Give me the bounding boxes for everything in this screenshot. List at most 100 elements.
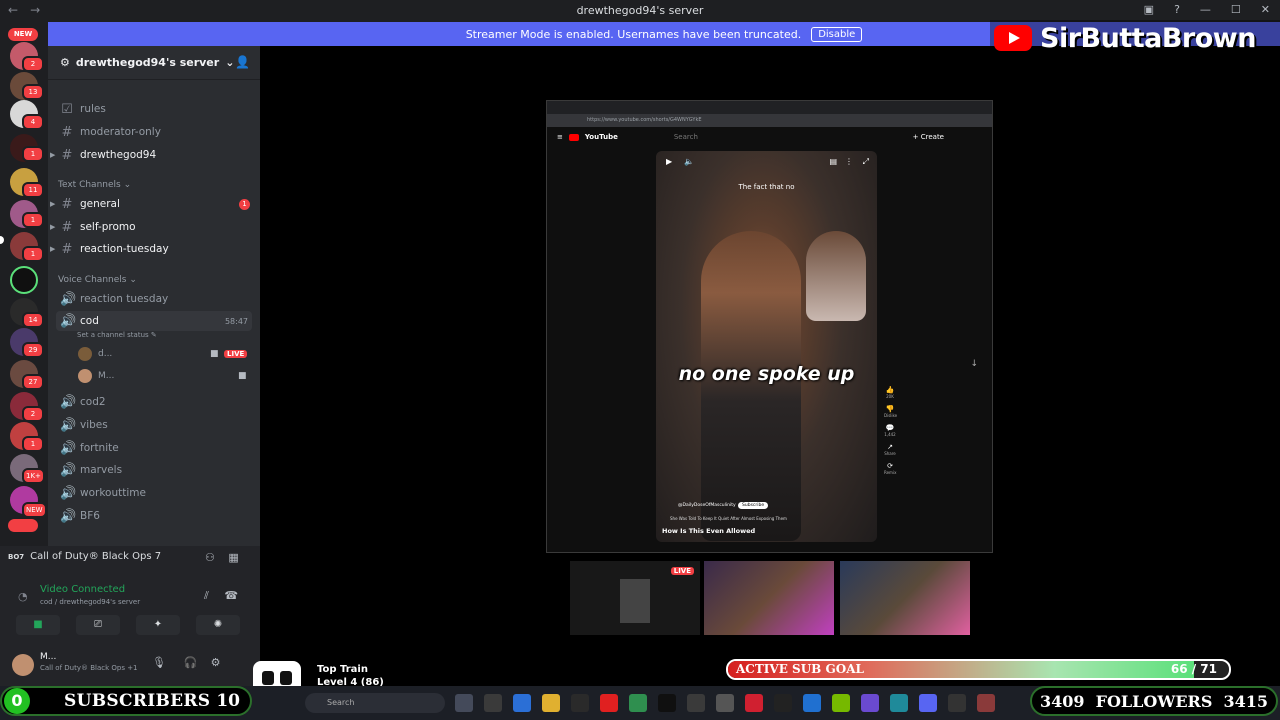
- noise-suppression-icon[interactable]: ⫽: [204, 589, 209, 602]
- remix-icon[interactable]: ⟳: [884, 462, 896, 470]
- microphone-icon[interactable]: 🎙: [152, 656, 166, 669]
- headphones-icon[interactable]: 🎧: [183, 656, 197, 669]
- app-icon[interactable]: [745, 694, 763, 712]
- voice-channel-fortnite[interactable]: 🔊 fortnite: [56, 438, 252, 458]
- voice-channel-marvels[interactable]: 🔊 marvels: [56, 460, 252, 480]
- channel-moderator-only[interactable]: # moderator-only: [56, 122, 252, 142]
- screen-share-button[interactable]: ⎚: [76, 615, 120, 635]
- signal-icon[interactable]: ◔: [18, 590, 28, 603]
- caption-main: no one spoke up: [678, 363, 855, 385]
- pencil-icon: ✎: [150, 331, 157, 339]
- server-badge: 14: [22, 312, 44, 328]
- activities-button[interactable]: ✦: [136, 615, 180, 635]
- server-badge: 29: [22, 342, 44, 358]
- task-view-icon[interactable]: [455, 694, 473, 712]
- app-icon[interactable]: [977, 694, 995, 712]
- chrome-icon[interactable]: [890, 694, 908, 712]
- stream-thumbnail[interactable]: [704, 561, 834, 635]
- channel-drewthegod94[interactable]: ▶ # drewthegod94: [50, 145, 252, 165]
- terminal-icon[interactable]: [571, 694, 589, 712]
- channel-label: rules: [80, 103, 106, 115]
- dislike-icon[interactable]: 👎: [884, 405, 896, 413]
- subscribe-button[interactable]: Subscribe: [738, 502, 769, 509]
- invite-people-icon[interactable]: 👤: [235, 55, 250, 69]
- game-logo-icon: BO7: [8, 552, 25, 561]
- voice-channel-vibes[interactable]: 🔊 vibes: [56, 415, 252, 435]
- like-icon[interactable]: 👍: [884, 386, 896, 394]
- file-explorer-icon[interactable]: [542, 694, 560, 712]
- category-text-channels[interactable]: Text Channels ⌄: [58, 180, 131, 190]
- channel-reaction-tuesday[interactable]: ▶ # reaction-tuesday: [50, 239, 252, 259]
- app-icon[interactable]: [774, 694, 792, 712]
- more-icon[interactable]: ⋮: [845, 157, 853, 166]
- url-bar[interactable]: https://www.youtube.com/shorts/G4WNYGYkE: [547, 114, 992, 127]
- soundboard-button[interactable]: ✺: [196, 615, 240, 635]
- nvidia-icon[interactable]: [832, 694, 850, 712]
- app-icon[interactable]: [484, 694, 502, 712]
- captions-icon[interactable]: ▤: [829, 157, 837, 166]
- next-arrow-icon[interactable]: ↓: [970, 359, 978, 369]
- voice-user[interactable]: M... ■: [78, 367, 250, 385]
- share-icon[interactable]: ↗: [884, 443, 896, 451]
- disconnect-icon[interactable]: ☎: [224, 589, 238, 602]
- stream-thumbnail[interactable]: [840, 561, 970, 635]
- help-icon[interactable]: ?: [1174, 3, 1180, 16]
- user-plus-icon[interactable]: ⚇: [205, 551, 215, 564]
- comment-icon[interactable]: 💬: [884, 424, 896, 432]
- channel-general[interactable]: ▶ # general 1: [50, 194, 252, 214]
- server-header[interactable]: ⚙ drewthegod94's server ⌄ 👤: [48, 46, 260, 80]
- close-icon[interactable]: ✕: [1261, 3, 1270, 16]
- voice-channel-bf6[interactable]: 🔊 BF6: [56, 506, 252, 526]
- inbox-icon[interactable]: ▣: [1144, 3, 1154, 16]
- youtube-logo-icon[interactable]: [568, 133, 579, 141]
- excel-icon[interactable]: [629, 694, 647, 712]
- channel-self-promo[interactable]: ▶ # self-promo: [50, 217, 252, 237]
- app-icon[interactable]: [861, 694, 879, 712]
- voice-user[interactable]: d... ■ LIVE: [78, 345, 250, 363]
- youtube-app-icon[interactable]: [600, 694, 618, 712]
- play-icon[interactable]: ▶: [666, 157, 672, 166]
- youtube-wordmark: YouTube: [584, 133, 618, 141]
- video-title[interactable]: How Is This Even Allowed: [662, 527, 755, 535]
- discord-icon[interactable]: [919, 694, 937, 712]
- voice-channel-cod[interactable]: 🔊 cod 58:47: [56, 311, 252, 331]
- stream-thumbnail[interactable]: LIVE: [570, 561, 700, 635]
- video-channel[interactable]: @DailyDoseOfMasculinity: [678, 503, 736, 508]
- channel-rules[interactable]: ☑ rules: [56, 99, 252, 119]
- caption-top: The fact that no: [738, 183, 795, 191]
- category-label: Voice Channels: [58, 275, 127, 285]
- obs-icon[interactable]: [687, 694, 705, 712]
- gear-icon[interactable]: ⚙: [211, 656, 221, 669]
- voice-channel-cod2[interactable]: 🔊 cod2: [56, 392, 252, 412]
- game-icon[interactable]: [716, 694, 734, 712]
- kick-server-icon[interactable]: [10, 266, 38, 294]
- channel-status[interactable]: Set a channel status ✎: [77, 331, 157, 339]
- minimize-icon[interactable]: —: [1200, 3, 1211, 16]
- voice-connected-label[interactable]: Video Connected: [40, 584, 125, 595]
- menu-icon[interactable]: ≡: [557, 133, 563, 141]
- voice-channel-reaction-tuesday[interactable]: 🔊 reaction tuesday: [56, 289, 252, 309]
- voice-channel-workouttime[interactable]: 🔊 workouttime: [56, 483, 252, 503]
- browser-tabs[interactable]: [547, 101, 992, 114]
- camera-button[interactable]: ■: [16, 615, 60, 635]
- disable-streamer-mode-button[interactable]: Disable: [811, 26, 863, 42]
- hash-icon: #: [61, 219, 73, 235]
- youtube-search-input[interactable]: Search: [674, 133, 698, 141]
- channel-label: moderator-only: [80, 126, 161, 138]
- screen-share-icon[interactable]: ▦: [228, 551, 238, 564]
- maximize-icon[interactable]: ☐: [1231, 3, 1241, 16]
- app-icon[interactable]: [948, 694, 966, 712]
- volume-icon[interactable]: 🔈: [684, 157, 694, 166]
- caret-icon: ▶: [50, 200, 56, 208]
- taskbar-search[interactable]: Search: [305, 693, 445, 713]
- category-voice-channels[interactable]: Voice Channels ⌄: [58, 275, 137, 285]
- channel-label: marvels: [80, 464, 123, 476]
- edge-icon[interactable]: [803, 694, 821, 712]
- short-video[interactable]: ▶ 🔈 ▤ ⋮ ⤢ The fact that no no one spoke …: [656, 151, 877, 542]
- copilot-icon[interactable]: [513, 694, 531, 712]
- channel-label: self-promo: [80, 221, 136, 233]
- fullscreen-icon[interactable]: ⤢: [863, 157, 869, 167]
- tiktok-icon[interactable]: [658, 694, 676, 712]
- user-avatar[interactable]: [12, 654, 34, 676]
- create-button[interactable]: + Create: [913, 133, 944, 141]
